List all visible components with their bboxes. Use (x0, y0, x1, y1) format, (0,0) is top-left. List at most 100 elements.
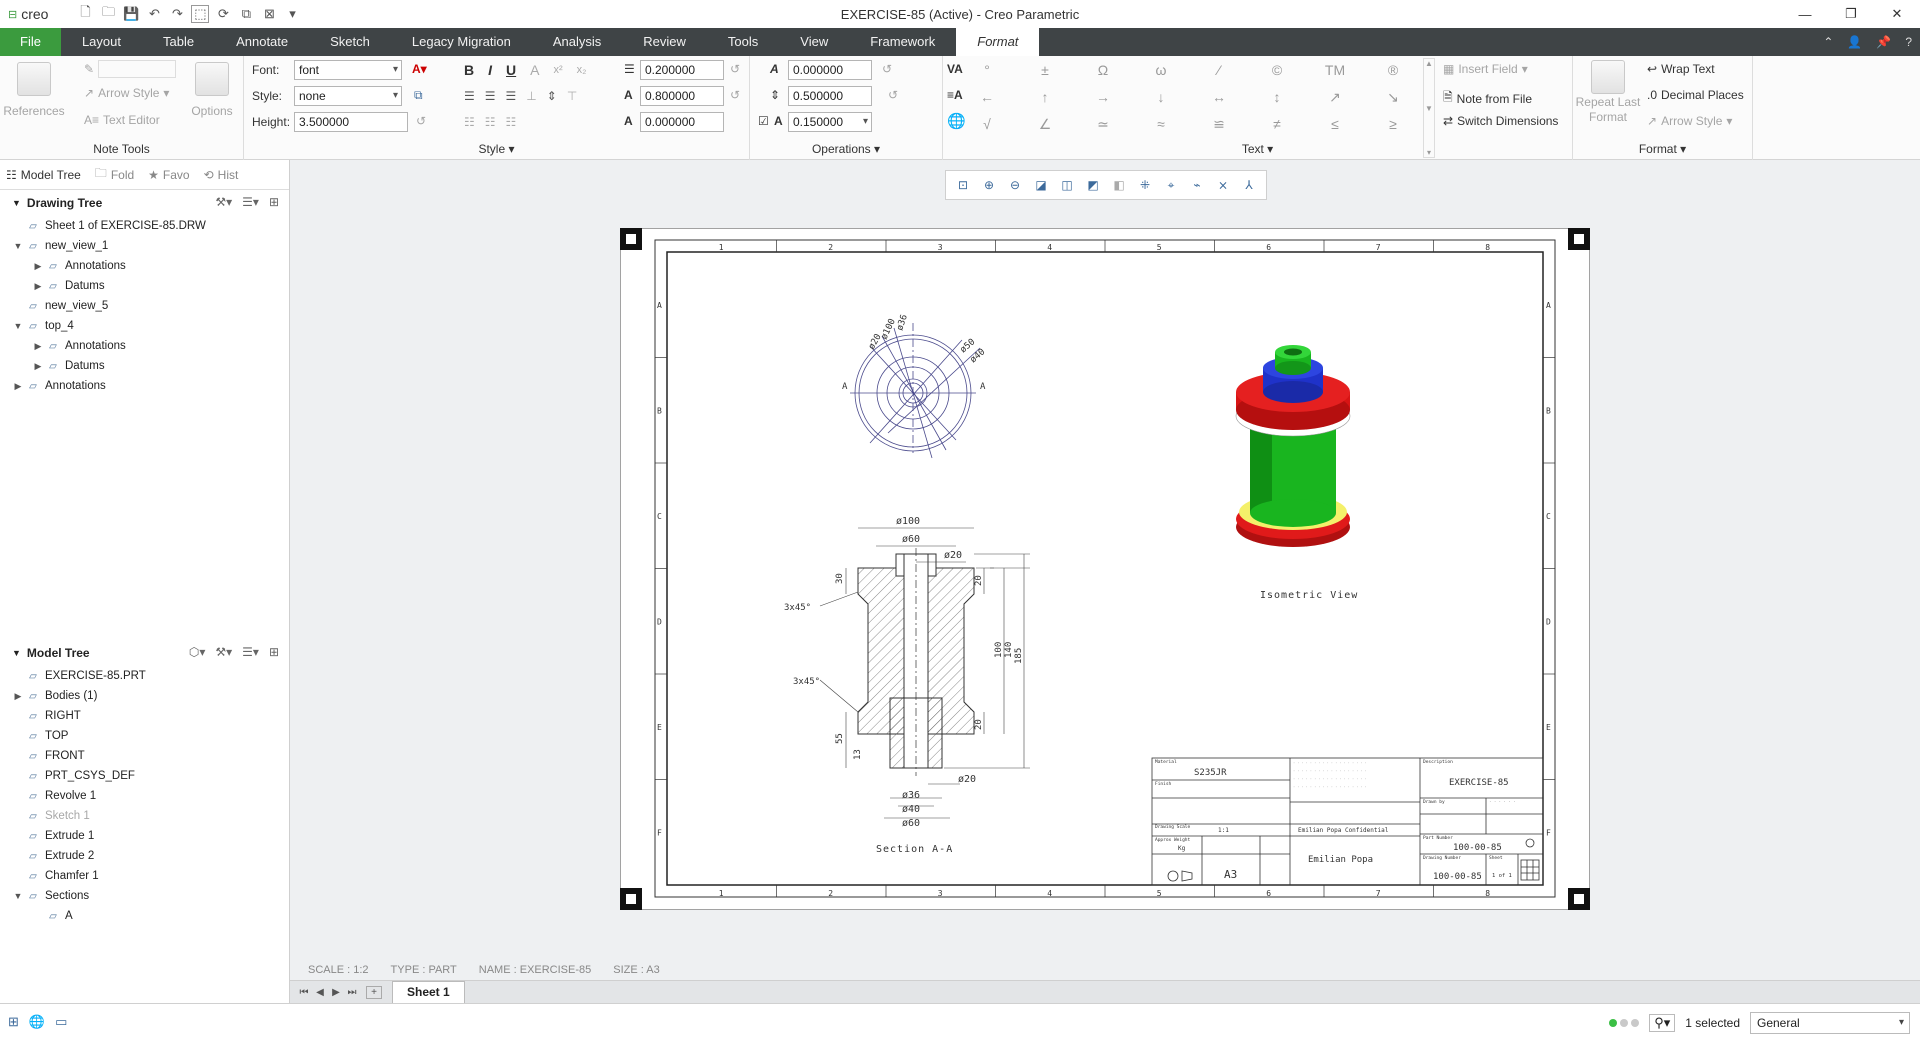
sheet-tab-1[interactable]: Sheet 1 (392, 981, 465, 1003)
format-group-label[interactable]: Format ▾ (1573, 142, 1752, 156)
symbol-button[interactable]: ≠ (1263, 116, 1291, 132)
italic-icon[interactable]: I (488, 62, 492, 78)
tree-item[interactable]: ▶ ▱ Annotations (0, 256, 289, 276)
repaint-icon[interactable]: ◪ (1030, 178, 1052, 192)
new-file-icon[interactable]: 🗋 (76, 3, 94, 25)
redo-icon[interactable]: ↷ (168, 6, 186, 22)
text-mirror-icon[interactable]: ≡A (947, 88, 963, 102)
text-color-icon[interactable]: A▾ (412, 62, 427, 76)
axis-display-icon[interactable]: ⌖ (1160, 178, 1182, 193)
tree-item[interactable]: ▱ RIGHT (0, 706, 289, 726)
tree-item[interactable]: ▱ new_view_5 (0, 296, 289, 316)
symbol-button[interactable]: © (1263, 62, 1291, 78)
symbol-button[interactable]: ° (973, 62, 1001, 78)
model-display-icon[interactable]: ⬡▾ (189, 645, 206, 659)
point-display-icon[interactable]: ⌁ (1186, 178, 1208, 192)
reset-1-icon[interactable]: ↺ (730, 62, 740, 76)
reset-3-icon[interactable]: ↺ (882, 62, 892, 76)
restore-icon[interactable]: ❐ (1828, 0, 1874, 28)
first-sheet-icon[interactable]: ⏮ (296, 987, 312, 998)
tree-item[interactable]: ▶ ▱ Annotations (0, 376, 289, 396)
symbol-button[interactable]: ↔ (1205, 89, 1233, 105)
collapse-icon[interactable]: ▼ (12, 648, 21, 658)
saved-views-icon[interactable]: ◩ (1082, 178, 1104, 192)
angle-field[interactable]: 0.000000 (640, 112, 724, 132)
symbol-button[interactable]: ↑ (1031, 89, 1059, 105)
fullscreen-icon[interactable]: ▭ (55, 1014, 67, 1030)
text-style-field[interactable]: ✎ (84, 60, 177, 78)
format-arrow-style-button[interactable]: ↗ Arrow Style ▾ (1647, 114, 1732, 128)
close-window-icon[interactable]: ⊠ (260, 6, 278, 22)
switch-dimensions-button[interactable]: ⇄ Switch Dimensions (1443, 114, 1558, 128)
align-bottom-icon[interactable]: ⊤ (567, 89, 577, 103)
symbol-button[interactable]: ∠ (1031, 116, 1059, 133)
symbol-button[interactable]: ® (1379, 62, 1407, 78)
symbol-button[interactable]: ↘ (1379, 89, 1407, 106)
shade-icon[interactable]: ◧ (1108, 178, 1130, 192)
symbol-button[interactable]: ≃ (1089, 116, 1117, 133)
tab-folder-browser[interactable]: 🗀 Fold (95, 164, 134, 185)
text-group-label[interactable]: Text ▾ (943, 142, 1572, 156)
symbol-button[interactable]: ⁄ (1205, 62, 1233, 78)
select-box-icon[interactable]: ⬚ (191, 5, 210, 23)
repeat-last-format-button[interactable]: Repeat Last Format (1576, 60, 1640, 124)
operations-field-3[interactable]: 0.150000 (788, 112, 872, 132)
tree-show-icon[interactable]: ☰▾ (242, 195, 259, 209)
align-center-icon[interactable]: ☰ (485, 89, 496, 103)
style-group-label[interactable]: Style ▾ (244, 142, 749, 156)
note-from-file-button[interactable]: 🗎 Note from File (1443, 88, 1532, 109)
help-icon[interactable]: ? (1905, 28, 1912, 56)
tree-item[interactable]: ▶ ▱ Datums (0, 356, 289, 376)
symbol-button[interactable]: ↗ (1321, 89, 1349, 106)
style-select[interactable]: none (294, 86, 402, 106)
menu-file[interactable]: File (0, 28, 61, 56)
tree-show-icon[interactable]: ☰▾ (242, 645, 259, 659)
zoom-in-icon[interactable]: ⊕ (978, 178, 1000, 192)
symbol-button[interactable]: ω (1147, 62, 1175, 78)
height-field[interactable]: 3.500000 (294, 112, 408, 132)
menu-annotate[interactable]: Annotate (215, 28, 309, 56)
checkbox-icon[interactable]: ☑ (758, 114, 769, 128)
minimize-icon[interactable]: — (1782, 0, 1828, 28)
tree-item[interactable]: ▱ Extrude 1 (0, 826, 289, 846)
drawing-tree-header[interactable]: ▼ Drawing Tree ⚒▾ ☰▾ ⊞ (0, 190, 289, 216)
tree-item[interactable]: ▱ EXERCISE-85.PRT (0, 666, 289, 686)
add-sheet-icon[interactable]: + (366, 985, 382, 999)
last-sheet-icon[interactable]: ⏭ (344, 987, 360, 998)
text-kerning-icon[interactable]: VA (947, 62, 963, 76)
symbol-button[interactable]: ≥ (1379, 116, 1407, 132)
annotation-display-icon[interactable]: ⅄ (1238, 178, 1260, 192)
tree-item[interactable]: ▱ Sketch 1 (0, 806, 289, 826)
tree-item[interactable]: ▱ Chamfer 1 (0, 866, 289, 886)
tree-item[interactable]: ▱ TOP (0, 726, 289, 746)
save-icon[interactable]: 💾 (122, 6, 140, 22)
style-options-icon[interactable]: ⧉ (414, 88, 423, 103)
symbol-button[interactable]: ↓ (1147, 89, 1175, 105)
user-icon[interactable]: 👤 (1847, 28, 1862, 56)
symbol-button[interactable]: TM (1321, 62, 1349, 78)
expand-toggle-icon[interactable]: ▶ (12, 381, 24, 392)
selection-filter[interactable]: General (1750, 1012, 1910, 1034)
strike-icon[interactable]: A (530, 62, 539, 78)
tree-item[interactable]: ▱ Revolve 1 (0, 786, 289, 806)
expand-toggle-icon[interactable]: ▶ (12, 691, 24, 702)
arrow-style-button[interactable]: ↗ Arrow Style ▾ (84, 86, 169, 100)
browser-icon[interactable]: 🌐 (29, 1014, 45, 1030)
model-tree-header[interactable]: ▼ Model Tree ⬡▾ ⚒▾ ☰▾ ⊞ (0, 640, 289, 666)
tree-item[interactable]: ▱ PRT_CSYS_DEF (0, 766, 289, 786)
windows-icon[interactable]: ⧉ (237, 6, 255, 22)
csys-display-icon[interactable]: ⨯ (1212, 178, 1234, 192)
navigator-icon[interactable]: ⊞ (8, 1014, 19, 1030)
tree-item[interactable]: ▱ Extrude 2 (0, 846, 289, 866)
symbol-button[interactable]: ± (1031, 62, 1059, 78)
open-file-icon[interactable]: 🗀 (99, 3, 117, 25)
operations-field-2[interactable]: 0.500000 (788, 86, 872, 106)
close-icon[interactable]: ✕ (1874, 0, 1920, 28)
symbol-button[interactable]: → (1089, 89, 1117, 105)
symbol-button[interactable]: ↕ (1263, 89, 1291, 105)
symbol-button[interactable]: ≌ (1205, 116, 1233, 133)
spacing-2-icon[interactable]: ☷ (485, 115, 496, 129)
operations-field-1[interactable]: 0.000000 (788, 60, 872, 80)
reset-2-icon[interactable]: ↺ (730, 88, 740, 102)
tree-item[interactable]: ▶ ▱ Datums (0, 276, 289, 296)
